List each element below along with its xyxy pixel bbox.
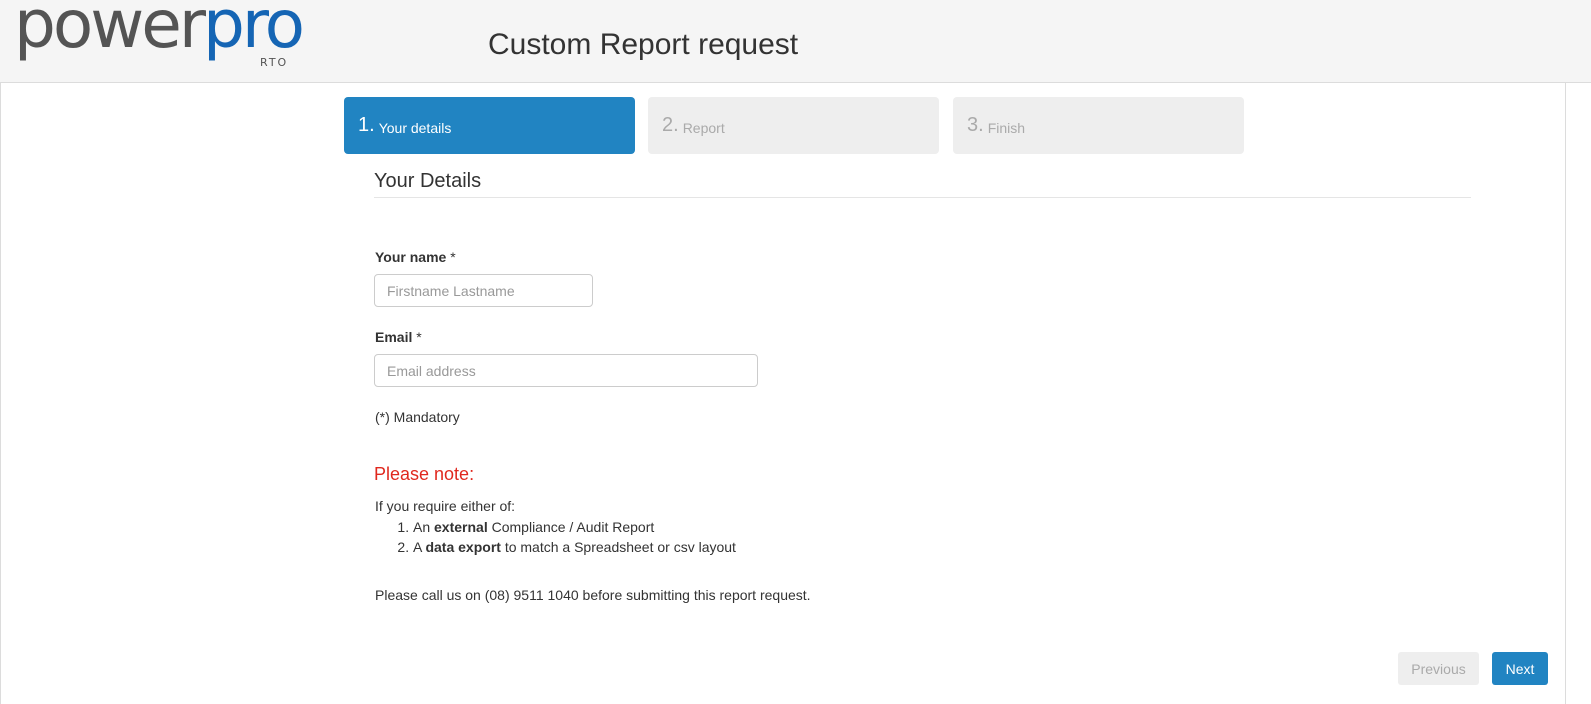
mandatory-note: (*) Mandatory: [375, 409, 460, 425]
step-number: 3.: [967, 114, 984, 136]
required-mark: *: [416, 329, 422, 345]
email-input[interactable]: [374, 354, 758, 387]
previous-button[interactable]: Previous: [1398, 652, 1479, 685]
call-instruction: Please call us on (08) 9511 1040 before …: [375, 587, 811, 603]
name-label: Your name *: [375, 249, 456, 265]
required-mark: *: [450, 249, 456, 265]
step-your-details[interactable]: 1. Your details: [344, 97, 635, 154]
step-label: Your details: [378, 120, 452, 136]
step-finish[interactable]: 3. Finish: [953, 97, 1244, 154]
logo-subtext: RTO: [260, 56, 289, 69]
section-title: Your Details: [374, 170, 482, 192]
step-label: Finish: [987, 120, 1026, 136]
step-label: Report: [682, 120, 725, 136]
step-number: 1.: [358, 114, 375, 136]
name-input[interactable]: [374, 274, 593, 307]
page-title: Custom Report request: [488, 28, 799, 61]
email-label: Email *: [375, 329, 422, 345]
note-intro: If you require either of:: [375, 498, 516, 514]
powerpro-logo[interactable]: powerpro RTO: [14, 0, 364, 70]
right-border: [1565, 82, 1566, 704]
list-item: An external Compliance / Audit Report: [413, 517, 736, 537]
note-list: An external Compliance / Audit Report A …: [375, 517, 736, 557]
list-item: A data export to match a Spreadsheet or …: [413, 537, 736, 557]
page-header: powerpro RTO Custom Report request: [0, 0, 1591, 83]
logo-wordmark: powerpro: [14, 0, 305, 63]
section-divider: [374, 197, 1471, 198]
step-report[interactable]: 2. Report: [648, 97, 939, 154]
note-title: Please note:: [374, 464, 475, 484]
next-button[interactable]: Next: [1492, 652, 1548, 685]
step-number: 2.: [662, 114, 679, 136]
left-border: [0, 82, 1, 704]
